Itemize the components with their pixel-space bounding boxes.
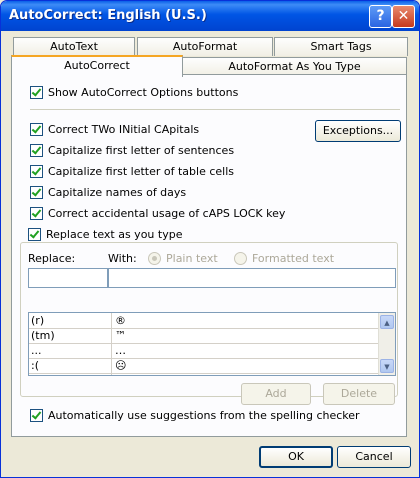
checkbox-icon (30, 144, 43, 157)
capitalize-sentences-checkbox[interactable]: Capitalize first letter of sentences (30, 144, 234, 157)
list-item[interactable]: (tm) ™ (29, 328, 383, 344)
entry-from: (r) (31, 314, 45, 327)
replace-text-checkbox[interactable]: Replace text as you type (28, 228, 186, 241)
scroll-up-icon[interactable]: ▲ (380, 315, 394, 329)
entry-from: ... (31, 344, 42, 357)
list-scrollbar[interactable]: ▲ ▼ (378, 313, 395, 375)
help-button[interactable]: ? (369, 5, 392, 28)
replacement-list[interactable]: (r) ® (tm) ™ ... … :( ☹ ▲ ▼ (28, 312, 396, 376)
capitalize-table-cells-checkbox[interactable]: Capitalize first letter of table cells (30, 165, 234, 178)
tab-autocorrect[interactable]: AutoCorrect (11, 55, 183, 77)
autocorrect-panel: Show AutoCorrect Options buttons Correct… (11, 74, 407, 437)
checkbox-icon (30, 123, 43, 136)
autocorrect-dialog: AutoCorrect: English (U.S.) ? ✕ AutoText… (0, 0, 420, 478)
checkbox-icon (30, 186, 43, 199)
show-options-checkbox[interactable]: Show AutoCorrect Options buttons (30, 86, 238, 99)
tab-smart-tags[interactable]: Smart Tags (274, 37, 408, 56)
with-label: With: (108, 252, 137, 265)
exceptions-button[interactable]: Exceptions... (315, 120, 401, 142)
list-item[interactable]: (r) ® (29, 313, 383, 329)
close-button[interactable]: ✕ (392, 5, 415, 28)
plain-text-radio[interactable]: Plain text (148, 252, 218, 265)
caps-lock-label: Correct accidental usage of cAPS LOCK ke… (48, 207, 286, 220)
replace-input[interactable] (28, 268, 108, 288)
capitalize-table-cells-label: Capitalize first letter of table cells (48, 165, 235, 178)
checkbox-icon (30, 409, 43, 422)
ok-button[interactable]: OK (259, 446, 333, 468)
window-title: AutoCorrect: English (U.S.) (9, 8, 207, 23)
checkbox-icon (30, 86, 43, 99)
tab-autotext[interactable]: AutoText (13, 37, 135, 56)
delete-button[interactable]: Delete (323, 383, 395, 405)
formatted-text-radio[interactable]: Formatted text (234, 252, 334, 265)
entry-to: ™ (115, 329, 126, 342)
formatted-text-label: Formatted text (252, 252, 335, 265)
list-item[interactable]: :( ☹ (29, 358, 383, 374)
show-options-label: Show AutoCorrect Options buttons (48, 86, 239, 99)
cancel-button[interactable]: Cancel (337, 446, 411, 468)
divider (30, 109, 400, 110)
capitalize-sentences-label: Capitalize first letter of sentences (48, 144, 235, 157)
replace-label: Replace: (28, 252, 76, 265)
entry-from: (tm) (31, 329, 55, 342)
entry-from: :( (31, 359, 39, 372)
spelling-suggestions-checkbox[interactable]: Automatically use suggestions from the s… (30, 409, 360, 422)
checkbox-icon (28, 228, 41, 241)
tab-autoformat[interactable]: AutoFormat (137, 37, 273, 56)
checkbox-icon (30, 165, 43, 178)
radio-icon (148, 252, 161, 265)
two-initial-caps-label: Correct TWo INitial CApitals (48, 123, 200, 136)
plain-text-label: Plain text (166, 252, 218, 265)
checkbox-icon (30, 207, 43, 220)
two-initial-caps-checkbox[interactable]: Correct TWo INitial CApitals (30, 123, 199, 136)
with-input[interactable] (108, 268, 396, 288)
entry-to: … (115, 344, 126, 357)
caps-lock-checkbox[interactable]: Correct accidental usage of cAPS LOCK ke… (30, 207, 285, 220)
entry-to: ® (115, 314, 126, 327)
radio-icon (234, 252, 247, 265)
capitalize-days-checkbox[interactable]: Capitalize names of days (30, 186, 186, 199)
spelling-suggestions-label: Automatically use suggestions from the s… (48, 409, 360, 422)
scroll-down-icon[interactable]: ▼ (380, 359, 394, 373)
add-button[interactable]: Add (241, 383, 311, 405)
entry-to: ☹ (115, 359, 127, 372)
list-item[interactable]: ... … (29, 343, 383, 359)
capitalize-days-label: Capitalize names of days (48, 186, 187, 199)
replace-text-label: Replace text as you type (46, 228, 183, 241)
title-bar: AutoCorrect: English (U.S.) ? ✕ (1, 1, 419, 31)
